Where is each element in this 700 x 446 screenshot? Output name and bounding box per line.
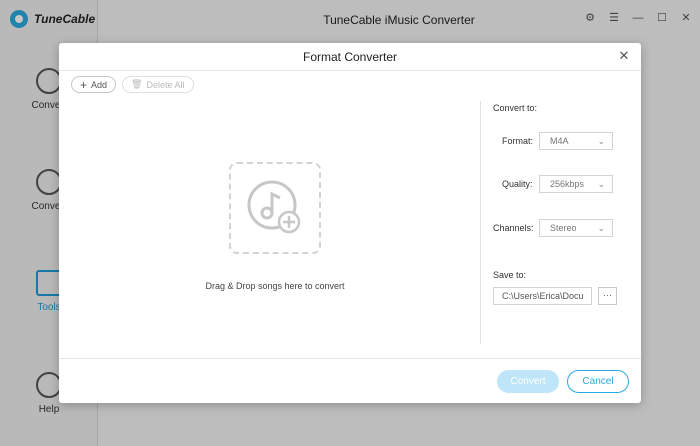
quality-select[interactable]: 256kbps ⌄: [539, 175, 613, 193]
cancel-button[interactable]: Cancel: [567, 370, 629, 393]
trash-icon: 🗑: [131, 79, 143, 89]
dialog-footer: [59, 358, 641, 359]
format-label: Format:: [502, 136, 534, 146]
chevron-down-icon: ⌄: [597, 136, 605, 146]
channels-select[interactable]: Stereo ⌄: [539, 219, 613, 237]
convert-button[interactable]: Convert: [497, 370, 559, 393]
panel-divider: [480, 101, 481, 344]
channels-label: Channels:: [493, 223, 534, 233]
dialog-close-icon[interactable]: ✕: [617, 49, 631, 63]
format-value: M4A: [550, 136, 569, 146]
format-converter-dialog: Format Converter ✕ + Add 🗑 Delete All Dr…: [59, 43, 641, 403]
delete-all-label: Delete All: [146, 79, 185, 90]
add-music-icon: [247, 180, 301, 234]
browse-button[interactable]: ···: [598, 287, 617, 305]
drop-zone[interactable]: [229, 162, 321, 254]
dialog-toolbar: + Add 🗑 Delete All: [71, 76, 194, 93]
dialog-header: Format Converter ✕: [59, 43, 641, 71]
dialog-title: Format Converter: [302, 50, 398, 64]
drop-hint: Drag & Drop songs here to convert: [205, 281, 345, 291]
format-select[interactable]: M4A ⌄: [539, 132, 613, 150]
convert-to-label: Convert to:: [493, 103, 538, 113]
quality-value: 256kbps: [550, 179, 585, 189]
delete-all-button[interactable]: 🗑 Delete All: [122, 76, 194, 93]
chevron-down-icon: ⌄: [597, 223, 605, 233]
save-to-label: Save to:: [493, 270, 527, 280]
add-button-label: Add: [91, 79, 108, 90]
add-button[interactable]: + Add: [71, 76, 117, 93]
quality-label: Quality:: [502, 179, 533, 189]
plus-icon: +: [80, 77, 88, 92]
save-path-input[interactable]: C:\Users\Erica\Docu: [493, 287, 592, 305]
chevron-down-icon: ⌄: [597, 179, 605, 189]
channels-value: Stereo: [550, 223, 577, 233]
